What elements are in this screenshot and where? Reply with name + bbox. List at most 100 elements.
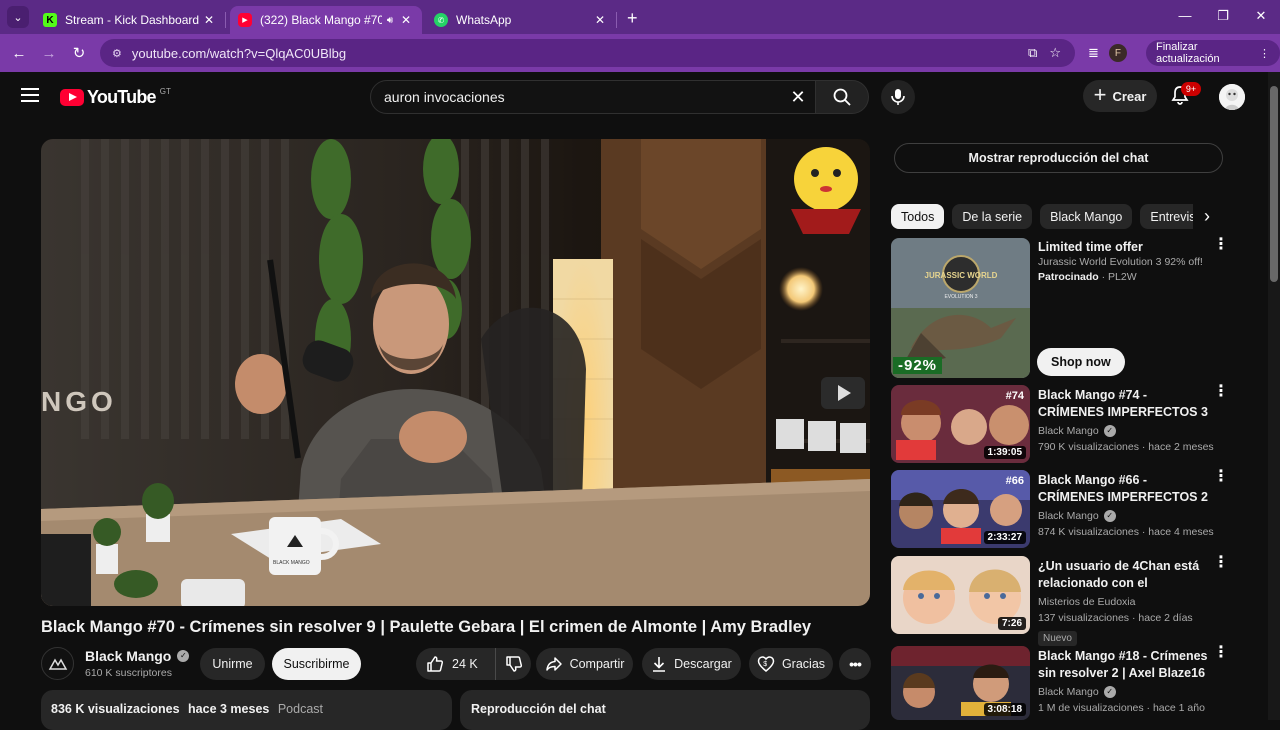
sponsored-ad[interactable]: JURASSIC WORLD EVOLUTION 3 -92% Limited … bbox=[891, 237, 1229, 378]
video-thumbnail[interactable]: 3:08:18 bbox=[891, 646, 1030, 720]
url-text: youtube.com/watch?v=QlqAC0UBlbg bbox=[131, 45, 347, 61]
forward-icon[interactable]: → bbox=[34, 45, 64, 62]
thanks-label: Gracias bbox=[781, 657, 826, 671]
recommended-video[interactable]: #66 2:33:27 Black Mango #66 - CRÍMENES I… bbox=[891, 469, 1229, 552]
create-button[interactable]: + Crear bbox=[1083, 80, 1157, 112]
chip-all[interactable]: Todos bbox=[891, 204, 945, 229]
show-chat-replay-button[interactable]: Mostrar reproducción del chat bbox=[894, 143, 1223, 173]
account-avatar[interactable] bbox=[1219, 84, 1245, 110]
advertiser-name: PL2W bbox=[1108, 271, 1137, 283]
menu-icon[interactable] bbox=[21, 88, 39, 102]
video-player[interactable]: NGO BLACK MANGO bbox=[41, 139, 870, 606]
back-icon[interactable]: ← bbox=[4, 45, 34, 62]
kebab-menu-icon[interactable]: ⋮ bbox=[1213, 555, 1229, 571]
channel-name[interactable]: Black Mango ✓ bbox=[85, 648, 190, 664]
video-title: ¿Un usuario de 4Chan está relacionado co… bbox=[1038, 559, 1200, 590]
search-input[interactable]: auron invocaciones ✕ bbox=[370, 80, 816, 114]
shop-now-button[interactable]: Shop now bbox=[1037, 348, 1125, 376]
bookmark-star-icon[interactable]: ☆ bbox=[1049, 45, 1061, 61]
restore-icon[interactable]: ❐ bbox=[1204, 0, 1242, 34]
close-tab-icon[interactable]: ✕ bbox=[398, 13, 414, 27]
close-tab-icon[interactable]: ✕ bbox=[592, 13, 608, 27]
address-bar[interactable]: ⚙ youtube.com/watch?v=QlqAC0UBlbg ⧉ ☆ bbox=[100, 39, 1075, 67]
recommended-video[interactable]: 7:26 ¿Un usuario de 4Chan está relaciona… bbox=[891, 555, 1229, 646]
ad-subtitle: Jurassic World Evolution 3 92% off! bbox=[1038, 256, 1203, 268]
video-channel: Misterios de Eudoxia bbox=[1038, 596, 1135, 608]
tab-youtube[interactable]: ▶ (322) Black Mango #70 - Cr 🔊︎ ✕ bbox=[230, 6, 422, 34]
kebab-menu-icon[interactable]: ⋮ bbox=[1213, 469, 1229, 485]
recommended-video[interactable]: 3:08:18 Black Mango #18 - Crímenes sin r… bbox=[891, 645, 1229, 728]
new-badge: Nuevo bbox=[1038, 631, 1077, 646]
avatar-image bbox=[1219, 84, 1245, 110]
subscriber-count: 610 K suscriptores bbox=[85, 667, 172, 679]
share-label: Compartir bbox=[569, 657, 625, 671]
install-app-icon[interactable]: ⧉ bbox=[1028, 45, 1037, 61]
view-count: 836 K visualizaciones bbox=[51, 702, 180, 716]
plus-icon: + bbox=[1093, 82, 1107, 107]
video-tag[interactable]: Podcast bbox=[278, 702, 323, 716]
chip-black-mango[interactable]: Black Mango bbox=[1040, 204, 1133, 229]
tab-divider bbox=[225, 12, 226, 28]
tab-kick[interactable]: K Stream - Kick Dashboard ✕ bbox=[35, 6, 225, 34]
media-controls-icon[interactable]: ≣ bbox=[1088, 45, 1099, 61]
more-horizontal-icon: ••• bbox=[849, 656, 862, 672]
episode-number: #66 bbox=[1005, 475, 1024, 487]
new-tab-button[interactable]: + bbox=[627, 8, 638, 29]
verified-icon: ✓ bbox=[1103, 686, 1116, 698]
channel-text: Black Mango bbox=[1038, 425, 1099, 437]
channel-text: Black Mango bbox=[1038, 510, 1099, 522]
tab-whatsapp[interactable]: ✆ WhatsApp ✕ bbox=[426, 6, 616, 34]
close-window-icon[interactable]: ✕ bbox=[1242, 0, 1280, 34]
voice-search-button[interactable] bbox=[881, 80, 915, 114]
recommended-video[interactable]: #74 1:39:05 Black Mango #74 - CRÍMENES I… bbox=[891, 384, 1229, 467]
kebab-menu-icon: ⋮ bbox=[1259, 47, 1270, 60]
chevron-right-icon[interactable]: › bbox=[1193, 204, 1221, 230]
kebab-menu-icon[interactable]: ⋮ bbox=[1213, 384, 1229, 400]
tab-title: (322) Black Mango #70 - Cr bbox=[260, 13, 382, 27]
tab-search-button[interactable]: ⌄ bbox=[7, 6, 29, 28]
kebab-menu-icon[interactable]: ⋮ bbox=[1213, 237, 1229, 253]
browser-tab-bar: ⌄ K Stream - Kick Dashboard ✕ ▶ (322) Bl… bbox=[0, 0, 1280, 34]
omnibox-actions: ⧉ ☆ bbox=[1028, 45, 1061, 61]
join-button[interactable]: Unirme bbox=[200, 648, 265, 680]
country-code: GT bbox=[159, 87, 171, 96]
channel-avatar[interactable] bbox=[41, 647, 74, 680]
video-thumbnail[interactable]: 7:26 bbox=[891, 556, 1030, 634]
kebab-menu-icon[interactable]: ⋮ bbox=[1213, 645, 1229, 661]
site-info-icon[interactable]: ⚙ bbox=[112, 47, 122, 60]
minimize-icon[interactable]: — bbox=[1166, 0, 1204, 34]
download-button[interactable]: Descargar bbox=[642, 648, 741, 680]
update-button[interactable]: Finalizar actualización ⋮ bbox=[1146, 40, 1280, 66]
scrollbar-thumb[interactable] bbox=[1270, 86, 1278, 282]
microphone-icon bbox=[891, 89, 905, 105]
ad-title: Limited time offer bbox=[1038, 240, 1143, 254]
close-tab-icon[interactable]: ✕ bbox=[201, 13, 217, 27]
youtube-logo[interactable]: YouTube GT bbox=[60, 87, 171, 108]
share-button[interactable]: Compartir bbox=[536, 648, 633, 680]
chip-series[interactable]: De la serie bbox=[952, 204, 1033, 229]
search-button[interactable] bbox=[815, 80, 869, 114]
chat-replay-panel[interactable]: Reproducción del chat bbox=[460, 690, 870, 730]
video-thumbnail[interactable]: #66 2:33:27 bbox=[891, 470, 1030, 548]
notifications-button[interactable]: 9+ bbox=[1169, 82, 1201, 110]
logo-wordmark: YouTube bbox=[87, 87, 157, 107]
description-box[interactable]: 836 K visualizaciones hace 3 meses Podca… bbox=[41, 690, 452, 730]
speaker-icon[interactable]: 🔊︎ bbox=[382, 15, 398, 26]
ad-thumbnail[interactable]: JURASSIC WORLD EVOLUTION 3 -92% bbox=[891, 238, 1030, 378]
join-label: Unirme bbox=[212, 657, 253, 671]
subscribe-button[interactable]: Suscribirme bbox=[272, 648, 361, 680]
tab-title: Stream - Kick Dashboard bbox=[65, 13, 200, 27]
update-label: Finalizar actualización bbox=[1156, 41, 1220, 65]
clear-search-icon[interactable]: ✕ bbox=[787, 86, 809, 108]
verified-icon: ✓ bbox=[177, 650, 190, 662]
reload-icon[interactable]: ↻ bbox=[64, 44, 94, 62]
like-button[interactable]: 24 K bbox=[416, 648, 496, 680]
video-title: Black Mango #66 - CRÍMENES IMPERFECTOS 2… bbox=[1038, 473, 1208, 504]
dislike-button[interactable] bbox=[496, 655, 531, 673]
more-actions-button[interactable]: ••• bbox=[839, 648, 871, 680]
profile-avatar[interactable]: F bbox=[1108, 44, 1127, 62]
video-duration: 3:08:18 bbox=[983, 703, 1026, 716]
video-thumbnail[interactable]: #74 1:39:05 bbox=[891, 385, 1030, 463]
video-duration: 7:26 bbox=[997, 617, 1026, 630]
thanks-button[interactable]: $ Gracias bbox=[749, 648, 833, 680]
